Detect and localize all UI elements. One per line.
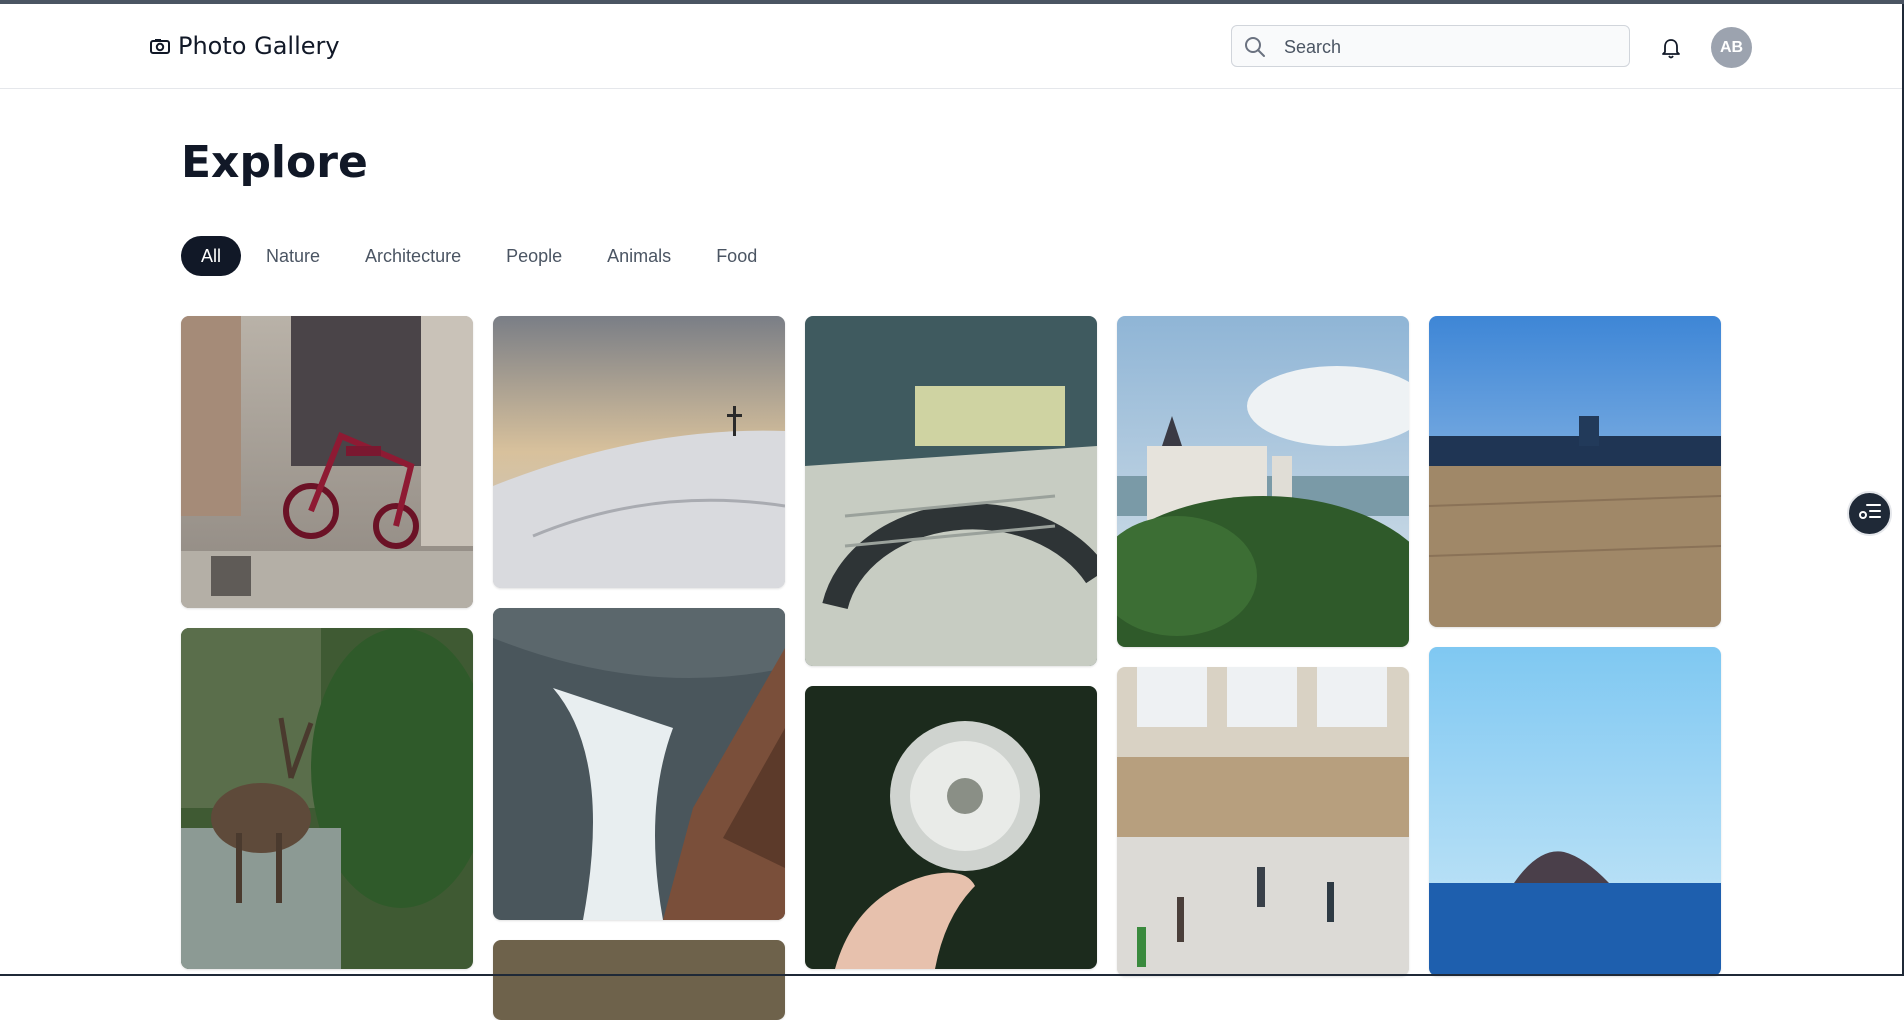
page-title: Explore <box>181 137 368 188</box>
photo-island-sea[interactable] <box>1429 647 1721 976</box>
filter-label: Food <box>716 245 758 266</box>
photo-deer[interactable] <box>181 628 473 969</box>
category-filters: All Nature Architecture People Animals F… <box>181 236 782 276</box>
filter-label: Animals <box>607 245 672 266</box>
photo-castle[interactable] <box>1117 316 1409 647</box>
photo-desk-papers[interactable] <box>805 316 1097 666</box>
filter-all[interactable]: All <box>181 236 242 276</box>
search-icon <box>1244 36 1266 58</box>
filter-nature[interactable]: Nature <box>246 236 340 276</box>
list-settings-icon <box>1858 501 1882 526</box>
filter-label: People <box>506 245 563 266</box>
search-box[interactable] <box>1231 25 1630 68</box>
bell-icon[interactable] <box>1661 38 1681 60</box>
filter-animals[interactable]: Animals <box>587 236 691 276</box>
avatar-initials: AB <box>1719 38 1744 56</box>
photo-snowy-hill[interactable] <box>493 316 785 588</box>
camera-icon <box>150 38 170 54</box>
photo-wooden-deck[interactable] <box>1429 316 1721 627</box>
photo-waves[interactable] <box>493 608 785 920</box>
filter-people[interactable]: People <box>486 236 582 276</box>
search-input[interactable] <box>1282 26 1616 68</box>
filter-label: Nature <box>266 245 321 266</box>
filter-food[interactable]: Food <box>696 236 777 276</box>
photo-partial[interactable] <box>493 940 785 1020</box>
user-avatar[interactable]: AB <box>1711 27 1752 68</box>
filter-label: All <box>201 245 222 266</box>
filter-label: Architecture <box>365 245 462 266</box>
app-header: Photo Gallery AB <box>0 4 1902 89</box>
filter-architecture[interactable]: Architecture <box>345 236 481 276</box>
photo-train-station[interactable] <box>1117 667 1409 976</box>
app-title: Photo Gallery <box>178 32 340 60</box>
photo-tricycle[interactable] <box>181 316 473 608</box>
brand[interactable]: Photo Gallery <box>150 32 340 60</box>
photo-dandelion[interactable] <box>805 686 1097 969</box>
floating-list-button[interactable] <box>1847 491 1892 536</box>
